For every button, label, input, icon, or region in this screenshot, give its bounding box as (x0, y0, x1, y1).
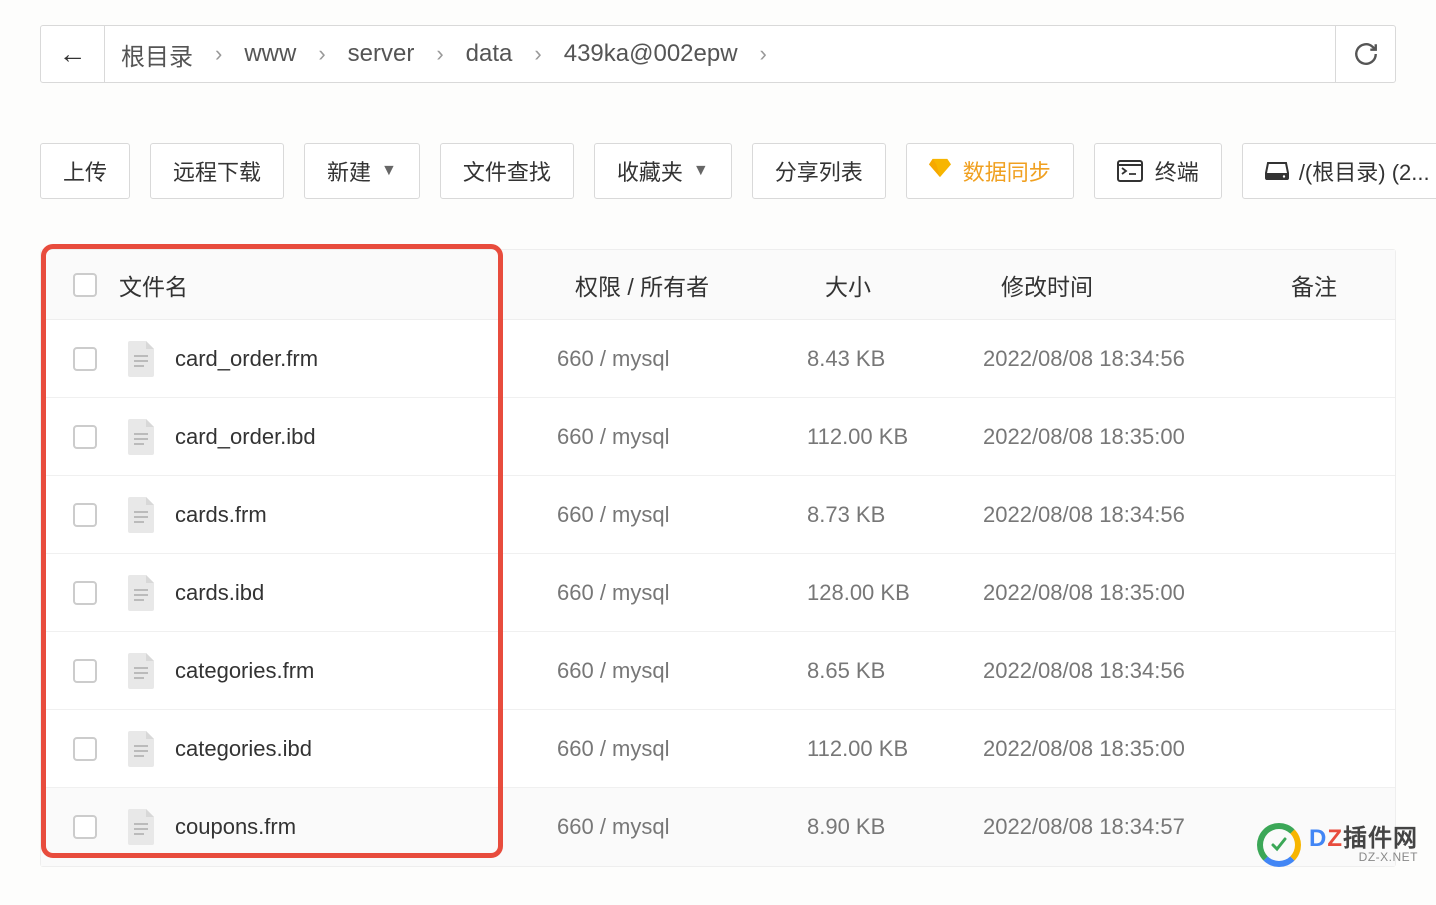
disk-selector-button[interactable]: /(根目录) (2... (1242, 143, 1436, 199)
chevron-down-icon: ▼ (381, 162, 397, 180)
chevron-right-icon: › (418, 41, 461, 67)
file-mtime: 2022/08/08 18:34:57 (983, 814, 1185, 839)
chevron-right-icon: › (197, 41, 240, 67)
file-perm: 660 / mysql (557, 658, 670, 683)
row-checkbox[interactable] (73, 581, 97, 605)
file-perm: 660 / mysql (557, 814, 670, 839)
table-row[interactable]: cards.frm 660 / mysql 8.73 KB 2022/08/08 18… (41, 476, 1395, 554)
file-name[interactable]: categories.ibd (175, 736, 312, 762)
file-perm: 660 / mysql (557, 346, 670, 371)
breadcrumb-bar: ← 根目录›www›server›data›439ka@002epw› (40, 25, 1396, 83)
file-mtime: 2022/08/08 18:35:00 (983, 736, 1185, 761)
file-mtime: 2022/08/08 18:34:56 (983, 502, 1185, 527)
file-size: 112.00 KB (807, 424, 908, 449)
breadcrumb-item[interactable]: www (240, 40, 300, 68)
file-size: 112.00 KB (807, 736, 908, 761)
row-checkbox[interactable] (73, 737, 97, 761)
file-perm: 660 / mysql (557, 502, 670, 527)
watermark: DZ插件网 DZ-X.NET (1257, 823, 1418, 867)
breadcrumb-item[interactable]: server (344, 40, 419, 68)
table-row[interactable]: categories.ibd 660 / mysql 112.00 KB 2022/0… (41, 710, 1395, 788)
file-mtime: 2022/08/08 18:34:56 (983, 658, 1185, 683)
remote-download-button[interactable]: 远程下载 (150, 143, 284, 199)
file-name[interactable]: categories.frm (175, 658, 314, 684)
row-checkbox[interactable] (73, 815, 97, 839)
table-header: 文件名 权限 / 所有者 大小 修改时间 备注 (41, 250, 1395, 320)
file-icon (127, 809, 157, 845)
file-size: 8.73 KB (807, 502, 885, 527)
watermark-logo-icon (1257, 823, 1301, 867)
file-icon (127, 731, 157, 767)
file-name[interactable]: card_order.frm (175, 346, 318, 372)
table-row[interactable]: categories.frm 660 / mysql 8.65 KB 2022/08/… (41, 632, 1395, 710)
file-name[interactable]: coupons.frm (175, 814, 296, 840)
data-sync-button[interactable]: 数据同步 (906, 143, 1074, 199)
refresh-icon (1353, 41, 1379, 67)
row-checkbox[interactable] (73, 347, 97, 371)
file-name[interactable]: cards.ibd (175, 580, 264, 606)
file-icon (127, 419, 157, 455)
disk-icon (1265, 161, 1289, 181)
diamond-icon (929, 158, 951, 184)
table-row[interactable]: coupons.frm 660 / mysql 8.90 KB 2022/08/08 … (41, 788, 1395, 866)
favorites-button[interactable]: 收藏夹▼ (594, 143, 732, 199)
row-checkbox[interactable] (73, 659, 97, 683)
file-perm: 660 / mysql (557, 424, 670, 449)
arrow-left-icon: ← (59, 38, 87, 70)
file-mtime: 2022/08/08 18:34:56 (983, 346, 1185, 371)
file-mtime: 2022/08/08 18:35:00 (983, 580, 1185, 605)
header-mtime[interactable]: 修改时间 (1001, 274, 1093, 300)
file-table: 文件名 权限 / 所有者 大小 修改时间 备注 card_order.frm 66… (40, 249, 1396, 867)
chevron-right-icon: › (516, 41, 559, 67)
breadcrumb-path: 根目录›www›server›data›439ka@002epw› (105, 26, 1335, 82)
chevron-down-icon: ▼ (693, 162, 709, 180)
file-perm: 660 / mysql (557, 736, 670, 761)
terminal-icon (1117, 160, 1143, 182)
breadcrumb-item[interactable]: 根目录 (117, 37, 197, 72)
select-all-checkbox[interactable] (73, 273, 97, 297)
terminal-button[interactable]: 终端 (1094, 143, 1222, 199)
file-size: 8.65 KB (807, 658, 885, 683)
refresh-button[interactable] (1335, 26, 1395, 82)
row-checkbox[interactable] (73, 503, 97, 527)
file-size: 8.90 KB (807, 814, 885, 839)
table-row[interactable]: cards.ibd 660 / mysql 128.00 KB 2022/08/08 … (41, 554, 1395, 632)
file-icon (127, 575, 157, 611)
file-icon (127, 497, 157, 533)
file-mtime: 2022/08/08 18:35:00 (983, 424, 1185, 449)
header-note[interactable]: 备注 (1291, 274, 1337, 300)
new-button[interactable]: 新建▼ (304, 143, 420, 199)
file-name[interactable]: cards.frm (175, 502, 267, 528)
back-button[interactable]: ← (41, 26, 105, 82)
table-row[interactable]: card_order.frm 660 / mysql 8.43 KB 2022/08/… (41, 320, 1395, 398)
file-icon (127, 341, 157, 377)
share-list-button[interactable]: 分享列表 (752, 143, 886, 199)
breadcrumb-item[interactable]: data (462, 40, 517, 68)
chevron-right-icon: › (742, 41, 785, 67)
file-perm: 660 / mysql (557, 580, 670, 605)
row-checkbox[interactable] (73, 425, 97, 449)
toolbar: 上传 远程下载 新建▼ 文件查找 收藏夹▼ 分享列表 数据同步 终端 /(根目录… (40, 143, 1396, 199)
file-name[interactable]: card_order.ibd (175, 424, 316, 450)
file-size: 128.00 KB (807, 580, 910, 605)
file-icon (127, 653, 157, 689)
breadcrumb-item[interactable]: 439ka@002epw (560, 40, 742, 68)
upload-button[interactable]: 上传 (40, 143, 130, 199)
file-size: 8.43 KB (807, 346, 885, 371)
table-row[interactable]: card_order.ibd 660 / mysql 112.00 KB 2022/0… (41, 398, 1395, 476)
chevron-right-icon: › (300, 41, 343, 67)
header-perm[interactable]: 权限 / 所有者 (575, 274, 709, 300)
file-search-button[interactable]: 文件查找 (440, 143, 574, 199)
header-size[interactable]: 大小 (825, 274, 871, 300)
header-name[interactable]: 文件名 (119, 268, 188, 302)
